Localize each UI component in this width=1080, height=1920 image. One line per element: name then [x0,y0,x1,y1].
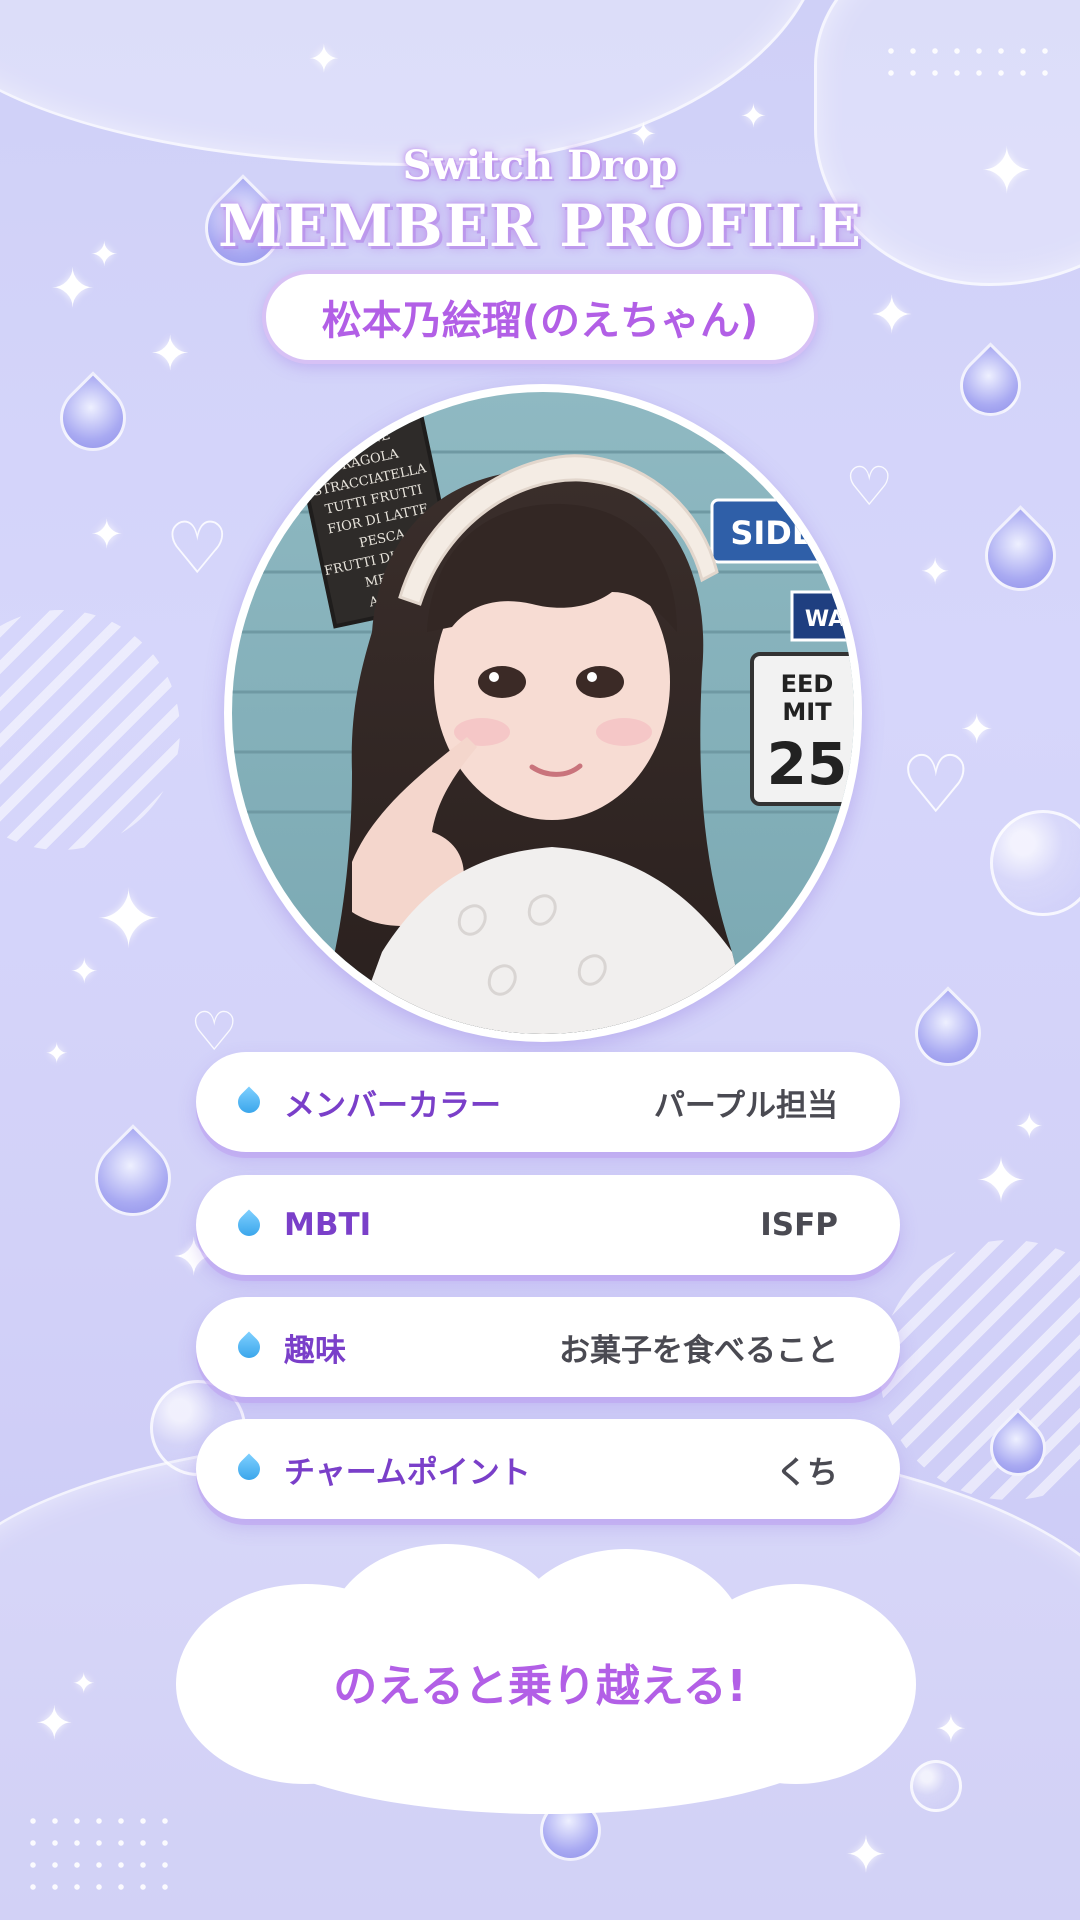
catchphrase: のえると乗り越える! [333,1661,747,1712]
heart-icon: ♡ [900,738,972,831]
water-drop-icon [901,986,995,1080]
heart-icon: ♡ [845,455,894,518]
profile-row-hobby: 趣味 お菓子を食べること [196,1297,900,1397]
profile-row-label: MBTI [284,1207,372,1243]
sparkle-icon: ✦ [1015,1107,1044,1147]
sparkle-icon: ✦ [308,37,340,81]
water-drop-icon [233,1453,265,1485]
bubble-icon [910,1760,962,1812]
sparkle-icon: ✦ [870,286,914,346]
heart-icon: ♡ [165,506,230,590]
bubble-icon [990,810,1080,916]
water-drop-icon [233,1331,265,1363]
sparkle-icon: ✦ [975,1144,1027,1217]
page-title: MEMBER PROFILE [218,192,862,260]
profile-row-label: メンバーカラー [284,1087,501,1124]
profile-row-label: 趣味 [284,1332,346,1369]
member-photo: LIMONEFRAGOLASTRACCIATELLATUTTI FRUTTIFI… [232,392,854,1034]
water-drop-icon [947,342,1034,429]
water-drop-icon [233,1209,265,1241]
sparkle-icon: ✦ [740,97,767,135]
water-drop-icon [46,371,140,465]
photo-plate-text: 25 [767,730,848,798]
profile-row-member-color: メンバーカラー パープル担当 [196,1052,900,1152]
sparkle-icon: ✦ [70,952,99,992]
sparkle-icon: ✦ [845,1826,887,1884]
sparkle-icon: ✦ [150,326,191,382]
member-name: 松本乃絵瑠(のえちゃん) [321,298,759,344]
profile-row-charm-point: チャームポイント くち [196,1419,900,1519]
sparkle-icon: ✦ [45,1037,69,1070]
heart-icon: ♡ [190,1000,239,1063]
striped-circle-decoration [880,1240,1080,1500]
sparkle-icon: ✦ [935,1707,967,1751]
striped-circle-decoration [0,610,180,850]
profile-row-label: チャームポイント [284,1454,531,1491]
profile-card: ♡ ♡ ♡ ♡ ✦ ✦ ✦ ✦ ✦ ✦ ✦ ✦ ✦ ✦ ✦ ✦ ✦ ✦ ✦ ✦ … [0,0,1080,1920]
sparkle-icon: ✦ [95,873,163,966]
profile-row-value: パープル担当 [653,1087,838,1124]
photo-plate-text: MIT [782,698,832,726]
dot-pattern-decoration [880,40,1050,80]
brand-name: Switch Drop [402,142,678,189]
sparkle-icon: ✦ [90,512,124,558]
sparkle-icon: ✦ [960,707,994,753]
water-drop-icon [970,505,1071,606]
photo-plate-text: EED [781,670,834,698]
sparkle-icon: ✦ [50,257,96,320]
sparkle-icon: ✦ [920,552,951,593]
water-drop-icon [233,1086,265,1118]
water-drop-icon [79,1124,187,1232]
profile-row-value: くち [776,1454,838,1491]
profile-row-value: お菓子を食べること [559,1332,838,1369]
member-name-badge: 松本乃絵瑠(のえちゃん) [262,270,818,364]
profile-row-mbti: MBTI ISFP [196,1175,900,1275]
dot-pattern-decoration [22,1810,172,1890]
profile-row-value: ISFP [760,1207,838,1243]
